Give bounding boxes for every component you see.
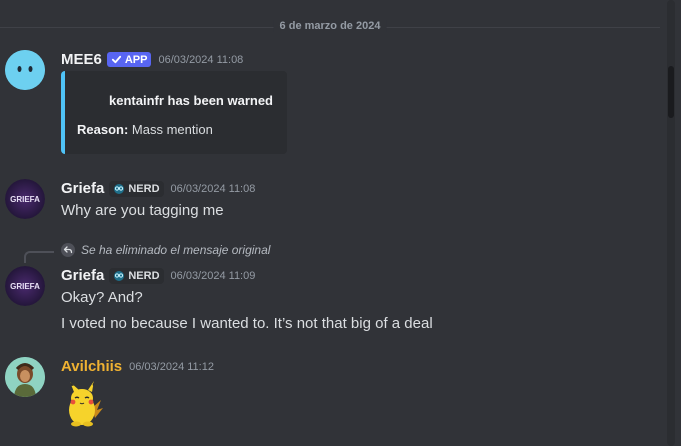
nerd-icon	[114, 183, 125, 194]
reply-reference[interactable]: Se ha eliminado el mensaje original	[61, 243, 270, 257]
message-text: Why are you tagging me	[61, 202, 224, 219]
avatar-avilchiis[interactable]	[5, 357, 45, 397]
date-divider-label: 6 de marzo de 2024	[273, 20, 387, 32]
message-header-griefa: Griefa NERD 06/03/2024 11:08	[61, 180, 255, 197]
mee6-face-icon	[5, 50, 45, 90]
embed-field-value: Mass mention	[131, 122, 213, 137]
message-header-avilchiis: Avilchiis 06/03/2024 11:12	[61, 358, 214, 375]
reply-arrow-icon	[61, 243, 75, 257]
username-mee6[interactable]: MEE6	[61, 51, 102, 68]
avatar-mee6[interactable]	[5, 50, 45, 90]
guild-tag-label: NERD	[128, 182, 160, 195]
embed-field: Reason: Mass mention	[77, 122, 213, 137]
avilchiis-avatar-icon	[5, 357, 45, 397]
griefa-avatar-icon: GRIEFA	[5, 179, 45, 219]
message-text: Okay? And?	[61, 289, 143, 306]
svg-text:GRIEFA: GRIEFA	[10, 195, 40, 204]
username-avilchiis[interactable]: Avilchiis	[61, 358, 122, 375]
scrollbar-thumb[interactable]	[668, 66, 674, 118]
nerd-icon	[114, 270, 125, 281]
pikachu-sticker[interactable]	[61, 380, 109, 428]
date-divider: 6 de marzo de 2024	[0, 20, 660, 32]
pikachu-icon	[69, 381, 103, 427]
app-badge-label: APP	[124, 53, 148, 66]
timestamp[interactable]: 06/03/2024 11:12	[129, 361, 214, 373]
warning-embed: kentainfr has been warned Reason: Mass m…	[61, 71, 287, 154]
embed-field-name: Reason:	[77, 122, 129, 137]
message-text: I voted no because I wanted to. It’s not…	[61, 315, 433, 332]
chat-view: 6 de marzo de 2024 MEE6 APP 06/03/2024 1…	[0, 0, 681, 446]
reply-text: Se ha eliminado el mensaje original	[81, 243, 271, 257]
guild-tag-badge[interactable]: NERD	[109, 267, 164, 284]
message-header-mee6: MEE6 APP 06/03/2024 11:08	[61, 51, 243, 68]
griefa-avatar-icon: GRIEFA	[5, 266, 45, 306]
app-badge: APP	[106, 52, 152, 67]
guild-tag-badge[interactable]: NERD	[109, 180, 164, 197]
username-griefa[interactable]: Griefa	[61, 180, 104, 197]
embed-title: kentainfr has been warned	[109, 93, 273, 108]
svg-text:GRIEFA: GRIEFA	[10, 282, 40, 291]
avatar-griefa[interactable]: GRIEFA	[5, 266, 45, 306]
timestamp[interactable]: 06/03/2024 11:09	[171, 270, 256, 282]
timestamp[interactable]: 06/03/2024 11:08	[171, 183, 256, 195]
timestamp[interactable]: 06/03/2024 11:08	[158, 54, 243, 66]
username-griefa[interactable]: Griefa	[61, 267, 104, 284]
reply-connector	[24, 251, 54, 263]
check-icon	[111, 55, 121, 64]
avatar-griefa[interactable]: GRIEFA	[5, 179, 45, 219]
message-header-griefa: Griefa NERD 06/03/2024 11:09	[61, 267, 255, 284]
guild-tag-label: NERD	[128, 269, 160, 282]
